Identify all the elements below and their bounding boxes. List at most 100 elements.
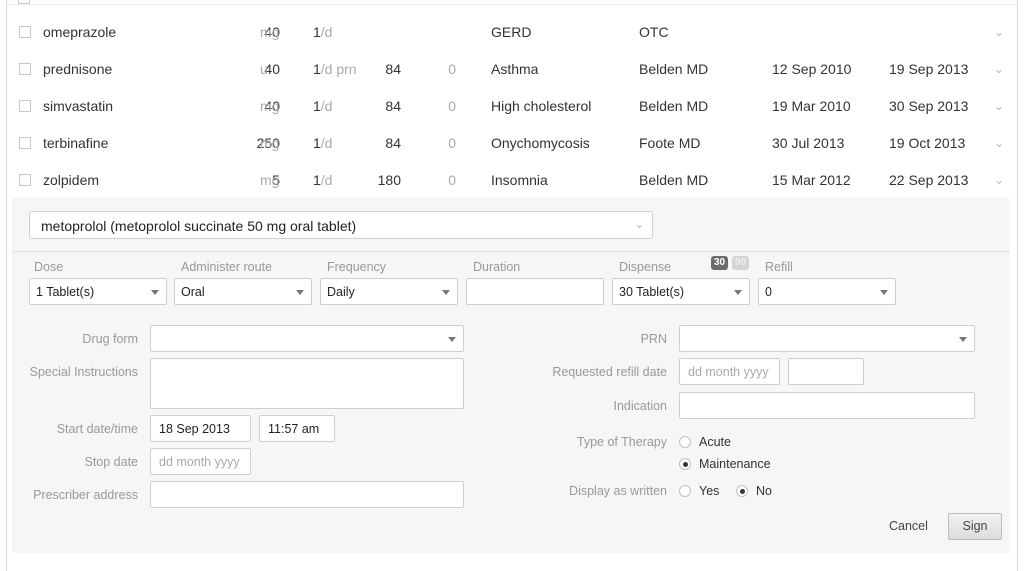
drug-select-value: metoprolol (metoprolol succinate 50 mg o… — [41, 218, 357, 234]
prescriber-address-label: Prescriber address — [33, 488, 138, 502]
dispense-90-badge[interactable]: 90 — [732, 256, 749, 270]
drug-form-label: Drug form — [82, 332, 138, 346]
medication-row[interactable]: omeprazole 40 mg 1/d GERD OTC ⌄ — [0, 13, 1024, 50]
medication-frequency: 1/d — [313, 98, 332, 114]
duration-label: Duration — [473, 260, 521, 274]
daw-yes-radio[interactable] — [679, 485, 691, 497]
medication-unit: mg — [260, 135, 280, 151]
medication-quantity: 84 — [385, 61, 401, 77]
route-value: Oral — [181, 285, 205, 299]
refill-select[interactable]: 0 — [758, 278, 896, 305]
caret-down-icon — [959, 337, 967, 342]
row-checkbox[interactable] — [19, 100, 31, 112]
medication-end-date: 19 Oct 2013 — [889, 135, 966, 151]
caret-down-icon — [151, 290, 159, 295]
medication-name: zolpidem — [43, 172, 100, 188]
route-label: Administer route — [181, 260, 273, 274]
route-select[interactable]: Oral — [174, 278, 312, 305]
frequency-count: 1 — [313, 98, 321, 114]
medication-row[interactable]: zolpidem 5 mg 1/d 180 0 Insomnia Belden MD 15 Ma… — [0, 161, 1024, 198]
special-instructions-textarea[interactable] — [150, 358, 464, 409]
therapy-maintenance-label: Maintenance — [699, 457, 771, 471]
refill-time-input[interactable] — [788, 358, 864, 385]
row-checkbox[interactable] — [19, 63, 31, 75]
indication-label: Indication — [613, 399, 667, 413]
row-divider — [6, 4, 1018, 5]
dispense-label: Dispense — [619, 260, 672, 274]
frequency-count: 1 — [313, 61, 321, 77]
frequency-label: Frequency — [327, 260, 387, 274]
daw-no-radio[interactable] — [736, 485, 748, 497]
dose-select[interactable]: 1 Tablet(s) — [29, 278, 167, 305]
frequency-value: Daily — [327, 285, 355, 299]
refill-label: Refill — [765, 260, 793, 274]
frequency-count: 1 — [313, 24, 321, 40]
prn-select[interactable] — [679, 325, 975, 352]
row-checkbox-partial[interactable] — [18, 0, 30, 4]
chevron-down-icon[interactable]: ⌄ — [994, 62, 1004, 76]
medication-start-date: 15 Mar 2012 — [772, 172, 851, 188]
medication-row[interactable]: terbinafine 250 mg 1/d 84 0 Onychomycosis Foote… — [0, 124, 1024, 161]
medication-frequency: 1/d — [313, 172, 332, 188]
duration-input[interactable] — [466, 278, 604, 305]
medication-prescriber: Belden MD — [639, 61, 709, 77]
frequency-select[interactable]: Daily — [320, 278, 458, 305]
therapy-maintenance-radio[interactable] — [679, 458, 691, 470]
frequency-count: 1 — [313, 172, 321, 188]
medication-end-date: 30 Sep 2013 — [889, 98, 969, 114]
medication-indication: GERD — [491, 24, 532, 40]
display-as-written-label: Display as written — [569, 484, 667, 498]
refill-date-placeholder: dd month yyyy — [688, 365, 769, 379]
dispense-select[interactable]: 30 Tablet(s) — [612, 278, 750, 305]
chevron-down-icon[interactable]: ⌄ — [994, 136, 1004, 150]
therapy-acute-radio[interactable] — [679, 436, 691, 448]
drug-select[interactable]: metoprolol (metoprolol succinate 50 mg o… — [29, 211, 653, 239]
medication-row[interactable]: prednisone 40 u 1/d prn 84 0 Asthma Belden MD 12… — [0, 50, 1024, 87]
frequency-period: /d prn — [320, 61, 357, 77]
medication-name: omeprazole — [43, 24, 117, 40]
frequency-period: /d — [320, 135, 333, 151]
refill-value: 0 — [765, 285, 772, 299]
chevron-down-icon[interactable]: ⌄ — [994, 173, 1004, 187]
chevron-down-icon[interactable]: ⌄ — [994, 25, 1004, 39]
medication-indication: Asthma — [491, 61, 539, 77]
stop-date-input[interactable]: dd month yyyy — [150, 448, 251, 475]
divider — [12, 251, 1010, 252]
chevron-down-icon[interactable]: ⌄ — [994, 99, 1004, 113]
medication-unit: u — [260, 61, 268, 77]
prescriber-address-input[interactable] — [150, 481, 464, 508]
medication-unit: mg — [260, 24, 280, 40]
therapy-type-label: Type of Therapy — [576, 435, 667, 449]
dose-label: Dose — [34, 260, 64, 274]
dispense-30-badge[interactable]: 30 — [711, 256, 728, 270]
daw-yes-label: Yes — [699, 484, 720, 498]
stop-date-placeholder: dd month yyyy — [159, 455, 240, 469]
medication-name: simvastatin — [43, 98, 114, 114]
refill-date-input[interactable]: dd month yyyy — [679, 358, 780, 385]
frequency-period: /d — [320, 98, 333, 114]
medication-prescriber: Belden MD — [639, 98, 709, 114]
sign-button[interactable]: Sign — [948, 513, 1002, 540]
medication-name: terbinafine — [43, 135, 109, 151]
start-date-input[interactable]: 18 Sep 2013 — [150, 415, 251, 442]
frequency-period: /d — [320, 24, 333, 40]
start-time-input[interactable]: 11:57 am — [259, 415, 335, 442]
medication-quantity: 84 — [385, 135, 401, 151]
start-datetime-label: Start date/time — [56, 422, 138, 436]
medication-end-date: 19 Sep 2013 — [889, 61, 969, 77]
drug-form-select[interactable] — [150, 325, 464, 352]
medication-row[interactable]: simvastatin 40 mg 1/d 84 0 High cholesterol Bel… — [0, 87, 1024, 124]
row-checkbox[interactable] — [19, 26, 31, 38]
medication-prescriber: Foote MD — [639, 135, 701, 151]
frequency-count: 1 — [313, 135, 321, 151]
medication-unit: mg — [260, 98, 280, 114]
medication-prescriber: OTC — [639, 24, 669, 40]
indication-input[interactable] — [679, 392, 975, 419]
cancel-button[interactable]: Cancel — [889, 519, 928, 533]
caret-down-icon — [734, 290, 742, 295]
medication-frequency: 1/d — [313, 24, 332, 40]
row-checkbox[interactable] — [19, 174, 31, 186]
medication-refills: 0 — [448, 135, 456, 151]
row-checkbox[interactable] — [19, 137, 31, 149]
dose-value: 1 Tablet(s) — [36, 285, 95, 299]
